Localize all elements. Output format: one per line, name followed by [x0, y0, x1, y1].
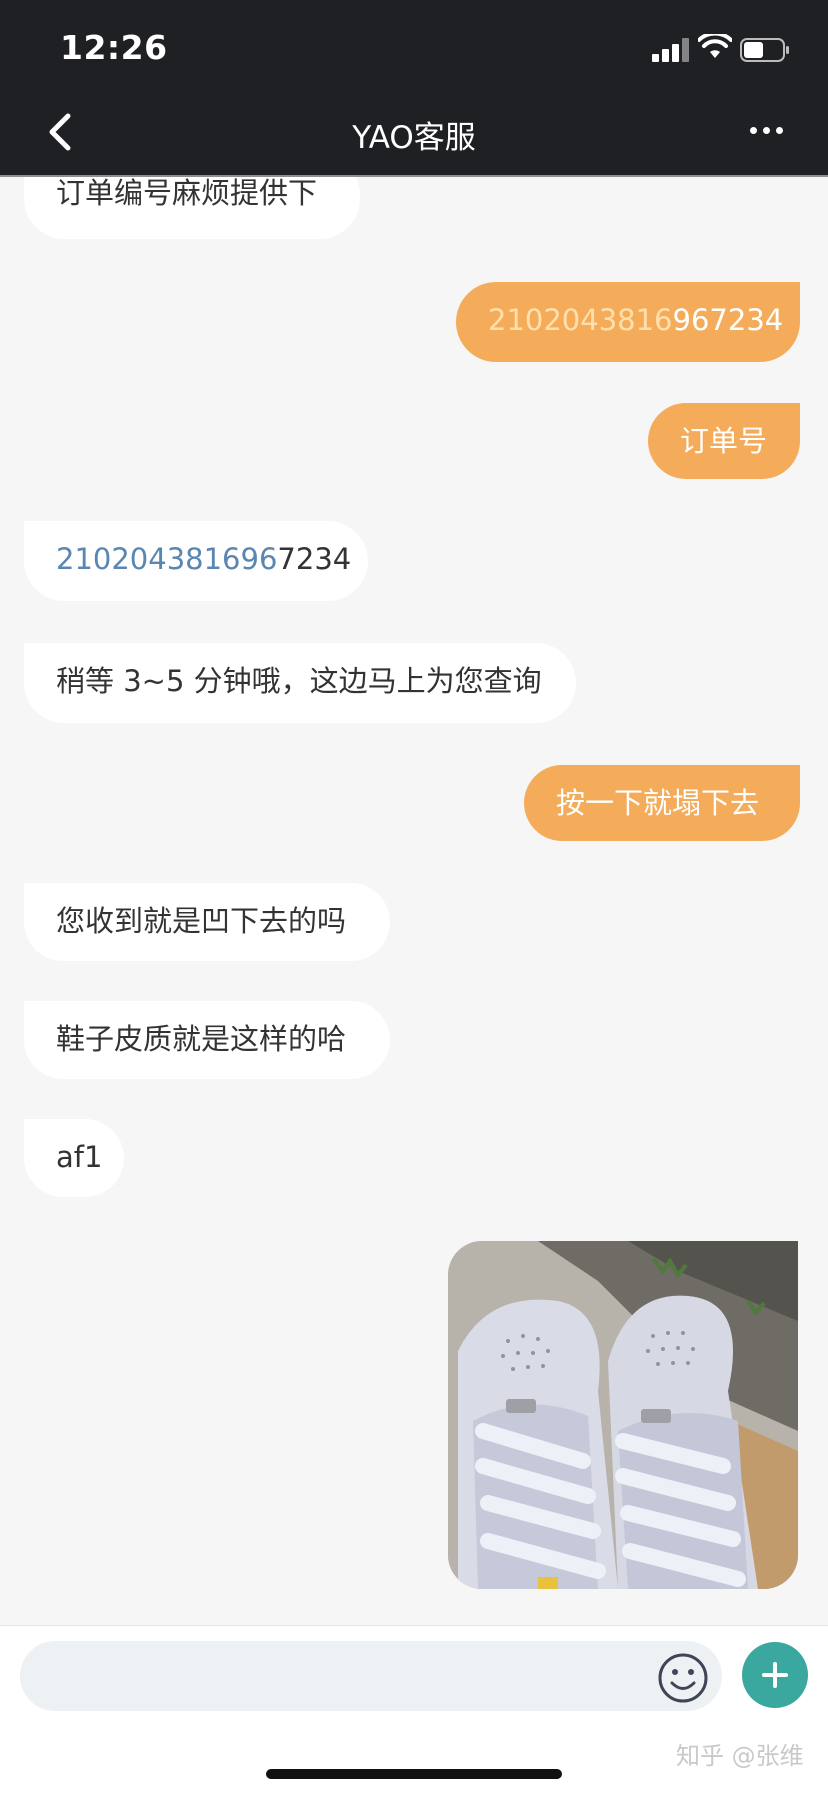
- message-text: 按一下就塌下去: [556, 786, 760, 820]
- message-outgoing: 按一下就塌下去: [524, 765, 800, 841]
- battery-icon: [740, 38, 789, 62]
- message-text: 鞋子皮质就是这样的哈: [56, 1022, 347, 1056]
- message-number-rest: 7234: [277, 542, 352, 576]
- plus-icon: [762, 1662, 788, 1688]
- message-number-rest: 967234: [672, 303, 784, 337]
- chat-message-list[interactable]: 订单编号麻烦提供下 2102043816967234 订单号 210204381…: [0, 177, 828, 1625]
- status-time: 12:26: [60, 28, 168, 67]
- cellular-signal-icon: [652, 38, 690, 62]
- wifi-icon: [698, 34, 732, 58]
- sneakers-photo: [448, 1241, 798, 1589]
- message-incoming: 2102043816967234: [24, 521, 368, 601]
- watermark: 知乎 @张维: [676, 1742, 804, 1770]
- message-text: 稍等 3~5 分钟哦，这边马上为您查询: [56, 664, 542, 698]
- home-indicator[interactable]: [266, 1769, 562, 1779]
- message-incoming: 稍等 3~5 分钟哦，这边马上为您查询: [24, 643, 576, 723]
- message-incoming: af1: [24, 1119, 124, 1197]
- message-input-bar: 知乎 @张维: [0, 1625, 828, 1793]
- image-message[interactable]: [448, 1241, 798, 1589]
- message-outgoing: 2102043816967234: [456, 282, 800, 362]
- more-options-icon[interactable]: [750, 124, 784, 138]
- message-outgoing: 订单号: [648, 403, 800, 479]
- chat-title: YAO客服: [352, 120, 476, 156]
- message-text: 订单号: [680, 424, 768, 458]
- message-number-link[interactable]: 2102043816: [488, 303, 673, 337]
- message-input[interactable]: [20, 1641, 722, 1711]
- top-bar: 12:26 YAO客服: [0, 0, 828, 177]
- message-text: 您收到就是凹下去的吗: [56, 904, 347, 938]
- message-text: af1: [56, 1140, 103, 1174]
- emoji-icon[interactable]: [657, 1652, 709, 1704]
- message-incoming: 您收到就是凹下去的吗: [24, 883, 390, 961]
- message-incoming: 鞋子皮质就是这样的哈: [24, 1001, 390, 1079]
- message-text: 订单编号麻烦提供下: [56, 177, 318, 210]
- message-incoming: 订单编号麻烦提供下: [24, 177, 360, 239]
- message-number-link[interactable]: 210204381696: [56, 542, 277, 576]
- add-attachment-button[interactable]: [742, 1642, 808, 1708]
